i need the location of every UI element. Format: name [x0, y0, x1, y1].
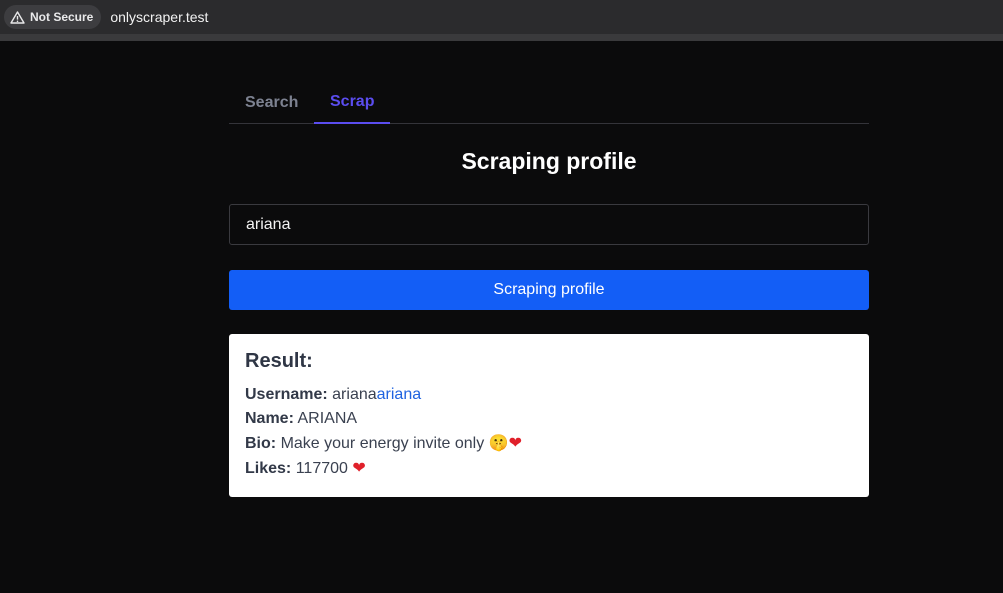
result-card: Result: Username: arianaariana Name: ARI…	[229, 334, 869, 497]
warning-icon	[10, 10, 25, 24]
tab-scrap[interactable]: Scrap	[330, 93, 374, 111]
likes-label: Likes:	[245, 460, 292, 477]
username-value: ariana	[332, 386, 377, 403]
page-title: Scraping profile	[461, 148, 637, 174]
heart-icon: ❤	[508, 433, 522, 452]
tab-search[interactable]: Search	[245, 94, 298, 112]
heart-icon: ❤	[352, 458, 366, 477]
username-label: Username:	[245, 386, 328, 403]
app-container: Search Scrap Scraping profile Scraping p…	[229, 41, 869, 497]
result-likes-row: Likes: 117700 ❤	[245, 456, 853, 481]
address-bar-url[interactable]: onlyscraper.test	[110, 9, 208, 25]
result-heading: Result:	[245, 350, 313, 372]
security-label: Not Secure	[30, 10, 94, 24]
shush-face-icon: 🤫	[488, 433, 509, 452]
tab-bar: Search Scrap	[229, 41, 869, 124]
name-label: Name:	[245, 410, 294, 427]
browser-toolbar: Not Secure onlyscraper.test	[0, 0, 1003, 34]
likes-value: 117700	[295, 460, 348, 477]
bio-text: Make your energy invite only	[280, 435, 485, 452]
scrape-profile-button[interactable]: Scraping profile	[229, 270, 869, 310]
result-bio-row: Bio: Make your energy invite only 🤫❤	[245, 431, 853, 456]
security-indicator[interactable]: Not Secure	[4, 5, 102, 29]
bio-label: Bio:	[245, 435, 277, 452]
username-input[interactable]	[229, 204, 869, 245]
active-tab-indicator	[314, 122, 390, 124]
result-username-row: Username: arianaariana	[245, 383, 853, 407]
username-link[interactable]: ariana	[377, 386, 421, 403]
name-value: ARIANA	[297, 410, 358, 427]
toolbar-divider	[0, 34, 1003, 41]
result-name-row: Name: ARIANA	[245, 407, 853, 431]
